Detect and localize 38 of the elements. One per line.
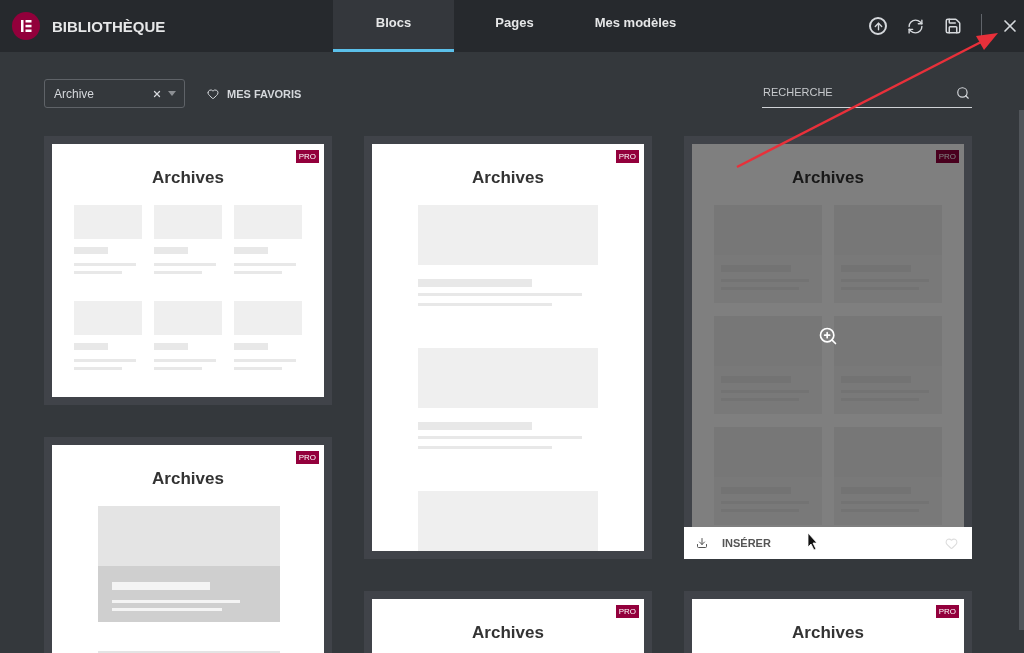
zoom-in-icon[interactable] [818, 325, 838, 346]
template-card[interactable]: Archives PRO [364, 136, 652, 559]
insert-button[interactable]: INSÉRER [696, 537, 771, 549]
scrollbar[interactable] [1019, 110, 1024, 630]
pro-badge: PRO [295, 451, 319, 464]
library-title: BIBLIOTHÈQUE [52, 17, 166, 35]
pro-badge: PRO [935, 605, 959, 618]
caret-icon [168, 91, 176, 96]
template-title: Archives [472, 168, 544, 188]
template-card[interactable]: Archives PRO [364, 591, 652, 653]
clear-icon[interactable] [152, 88, 162, 99]
template-title: Archives [792, 623, 864, 643]
pro-badge: PRO [935, 150, 959, 163]
favorites-button[interactable]: MES FAVORIS [207, 87, 302, 100]
save-icon[interactable] [943, 16, 963, 36]
cursor-icon [807, 532, 818, 551]
template-title: Archives [152, 469, 224, 489]
template-card[interactable]: Archives PRO [684, 591, 972, 653]
logo-icon [12, 12, 40, 40]
pro-badge: PRO [615, 150, 639, 163]
template-title: Archives [472, 623, 544, 643]
category-select[interactable]: Archive [44, 79, 185, 108]
search-field[interactable]: RECHERCHE [762, 79, 972, 108]
pro-badge: PRO [615, 605, 639, 618]
search-icon [956, 85, 970, 100]
upload-icon[interactable] [869, 17, 887, 35]
heart-icon [207, 87, 219, 100]
library-tab[interactable]: Mes modèles [575, 0, 696, 52]
download-icon [696, 537, 708, 549]
template-title: Archives [792, 168, 864, 188]
pro-badge: PRO [295, 150, 319, 163]
template-card[interactable]: Archives PRO [44, 136, 332, 405]
template-card[interactable]: Archives PRO [44, 437, 332, 653]
template-title: Archives [152, 168, 224, 188]
template-card[interactable]: Archives PRO INSÉRER [684, 136, 972, 559]
library-tab[interactable]: Pages [454, 0, 575, 52]
sync-icon[interactable] [905, 16, 925, 36]
library-tab[interactable]: Blocs [333, 0, 454, 52]
